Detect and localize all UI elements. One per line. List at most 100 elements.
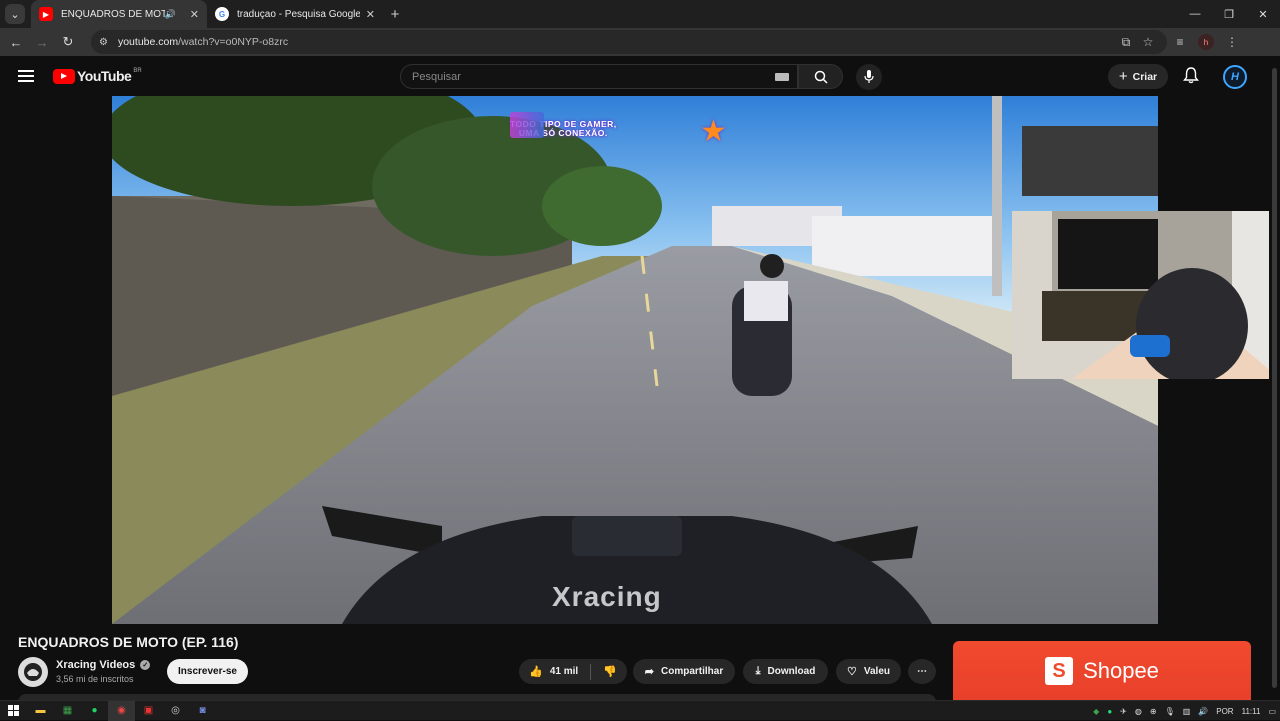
spotify-icon[interactable]: ●	[81, 701, 108, 721]
search-input[interactable]: Pesquisar	[400, 64, 798, 89]
channel-name[interactable]: Xracing Videos	[56, 659, 135, 671]
create-label: Criar	[1132, 70, 1158, 83]
os-taskbar: ▬ ▦ ● ◉ ▣ ◎ ◙ ◆ ● ✈ ◍ ⊕ 🎙 ▥ 🔊 POR 11:11 …	[0, 700, 1280, 721]
share-button[interactable]: ➦ Compartilhar	[633, 659, 735, 684]
system-tray: ◆ ● ✈ ◍ ⊕ 🎙 ▥ 🔊 POR 11:11 ▭	[1089, 701, 1280, 721]
back-icon[interactable]: ←	[3, 35, 29, 50]
channel-avatar[interactable]	[18, 657, 48, 687]
verified-icon: ✓	[140, 660, 151, 670]
heart-dollar-icon: ♡	[846, 666, 857, 678]
account-avatar[interactable]: H	[1223, 65, 1247, 89]
thanks-label: Valeu	[863, 666, 890, 677]
url-text: youtube.com/watch?v=o0NYP-o8zrc	[118, 36, 1115, 48]
search-button[interactable]	[798, 64, 843, 89]
download-button[interactable]: ⤓ Download	[743, 659, 828, 684]
star-logo-icon: ★	[700, 115, 727, 148]
subscribe-button[interactable]: Inscrever-se	[167, 659, 248, 684]
minimize-icon[interactable]: —	[1178, 0, 1212, 28]
shopee-ad-banner[interactable]: S Shopee	[953, 641, 1251, 701]
microphone-tray-icon[interactable]: 🎙	[1165, 707, 1175, 716]
create-button[interactable]: + Criar	[1108, 64, 1168, 89]
language-indicator[interactable]: POR	[1216, 707, 1233, 716]
tray-app-icon[interactable]: ⊕	[1150, 707, 1157, 716]
tab-search-icon[interactable]: ⌄	[5, 4, 25, 24]
spreadsheet-app-icon[interactable]: ▦	[54, 701, 81, 721]
more-actions-button[interactable]: ⋯	[908, 659, 936, 684]
ad-brand: Shopee	[1083, 658, 1159, 683]
discord-icon[interactable]: ◙	[189, 701, 216, 721]
close-window-icon[interactable]: ✕	[1246, 0, 1280, 28]
bookmark-star-icon[interactable]: ☆	[1137, 35, 1159, 49]
reload-icon[interactable]: ↻	[55, 34, 81, 50]
pixel-logo-icon	[510, 112, 544, 138]
forward-icon[interactable]: →	[29, 35, 55, 50]
windows-start-icon[interactable]	[0, 701, 27, 721]
new-tab-button[interactable]: +	[383, 6, 407, 23]
google-icon: G	[215, 7, 229, 21]
video-watermark: Xracing	[552, 581, 662, 612]
youtube-masthead: YouTube BR Pesquisar + Criar H	[0, 56, 1280, 96]
webcam-overlay	[1012, 211, 1280, 379]
github-icon[interactable]: ◎	[162, 701, 189, 721]
volume-icon[interactable]: 🔊	[1198, 707, 1208, 716]
news-app-icon[interactable]: ▣	[135, 701, 162, 721]
tray-app-icon[interactable]: ◍	[1135, 707, 1142, 716]
page-scrollbar[interactable]	[1269, 56, 1280, 710]
microphone-icon	[864, 70, 874, 83]
voice-search-button[interactable]	[856, 64, 882, 90]
like-icon[interactable]: 👍	[529, 665, 543, 678]
divider	[590, 663, 592, 680]
maximize-icon[interactable]: ❐	[1212, 0, 1246, 28]
tray-app-icon[interactable]: ◆	[1093, 707, 1099, 716]
url-path: /watch?v=o0NYP-o8zrc	[178, 36, 289, 48]
audio-playing-icon[interactable]: 🔊	[165, 9, 176, 20]
tray-app-icon[interactable]: ●	[1107, 707, 1112, 716]
plus-icon: +	[1118, 68, 1128, 85]
address-toolbar: ← → ↻ ⚙ youtube.com/watch?v=o0NYP-o8zrc …	[0, 28, 1280, 56]
share-label: Compartilhar	[660, 666, 724, 677]
download-icon: ⤓	[755, 665, 761, 677]
url-domain: youtube.com	[117, 36, 179, 48]
region-code: BR	[133, 68, 142, 74]
tab-youtube[interactable]: ▶ ENQUADROS DE MOTO (EP. 116) 🔊 ✕	[31, 0, 207, 28]
close-tab-icon[interactable]: ✕	[190, 8, 199, 21]
clock[interactable]: 11:11	[1242, 707, 1261, 716]
tray-app-icon[interactable]: ✈	[1120, 707, 1127, 716]
notifications-icon[interactable]	[1183, 67, 1199, 89]
scrollbar-thumb[interactable]	[1272, 68, 1277, 688]
window-controls: — ❐ ✕	[1178, 0, 1280, 28]
chrome-icon[interactable]: ◉	[108, 700, 135, 721]
notification-center-icon[interactable]: ▭	[1268, 707, 1276, 716]
video-frame	[112, 96, 1158, 624]
channel-name-row[interactable]: Xracing Videos ✓	[56, 659, 151, 671]
download-label: Download	[767, 666, 816, 677]
hamburger-menu-icon[interactable]	[18, 70, 34, 85]
search-placeholder: Pesquisar	[412, 70, 461, 83]
thanks-button[interactable]: ♡ Valeu	[836, 659, 901, 684]
subscriber-count: 3,56 mi de inscritos	[56, 674, 134, 684]
share-icon: ➦	[644, 666, 654, 678]
like-dislike-group: 👍 41 mil 👎	[519, 659, 627, 684]
file-explorer-icon[interactable]: ▬	[27, 701, 54, 721]
browser-menu-icon[interactable]: ⋮	[1219, 35, 1245, 49]
network-icon[interactable]: ▥	[1183, 707, 1191, 716]
logo-text: YouTube	[77, 68, 132, 84]
install-app-icon[interactable]: ⧉	[1115, 35, 1137, 50]
profile-button[interactable]: h	[1193, 34, 1219, 51]
site-info-icon[interactable]: ⚙	[99, 37, 108, 48]
tab-google[interactable]: G traduçao - Pesquisa Google ✕	[207, 0, 383, 28]
media-controls-icon[interactable]: ≡	[1167, 35, 1193, 49]
helmet-icon	[24, 663, 42, 681]
video-player[interactable]: TODO TIPO DE GAMER, UMA SÓ CONEXÃO. ★ Xr…	[112, 96, 1158, 624]
like-count[interactable]: 41 mil	[550, 666, 578, 677]
dislike-icon[interactable]: 👎	[603, 665, 617, 678]
search-icon	[814, 70, 828, 84]
webcam-frame	[1012, 211, 1280, 379]
tab-title: traduçao - Pesquisa Google	[237, 8, 360, 20]
profile-avatar: h	[1198, 34, 1214, 51]
close-tab-icon[interactable]: ✕	[366, 8, 375, 21]
video-title: ENQUADROS DE MOTO (EP. 116)	[18, 634, 239, 650]
keyboard-icon[interactable]	[775, 73, 789, 81]
youtube-logo[interactable]: YouTube BR	[53, 68, 142, 84]
url-field[interactable]: ⚙ youtube.com/watch?v=o0NYP-o8zrc ⧉ ☆	[91, 30, 1167, 54]
